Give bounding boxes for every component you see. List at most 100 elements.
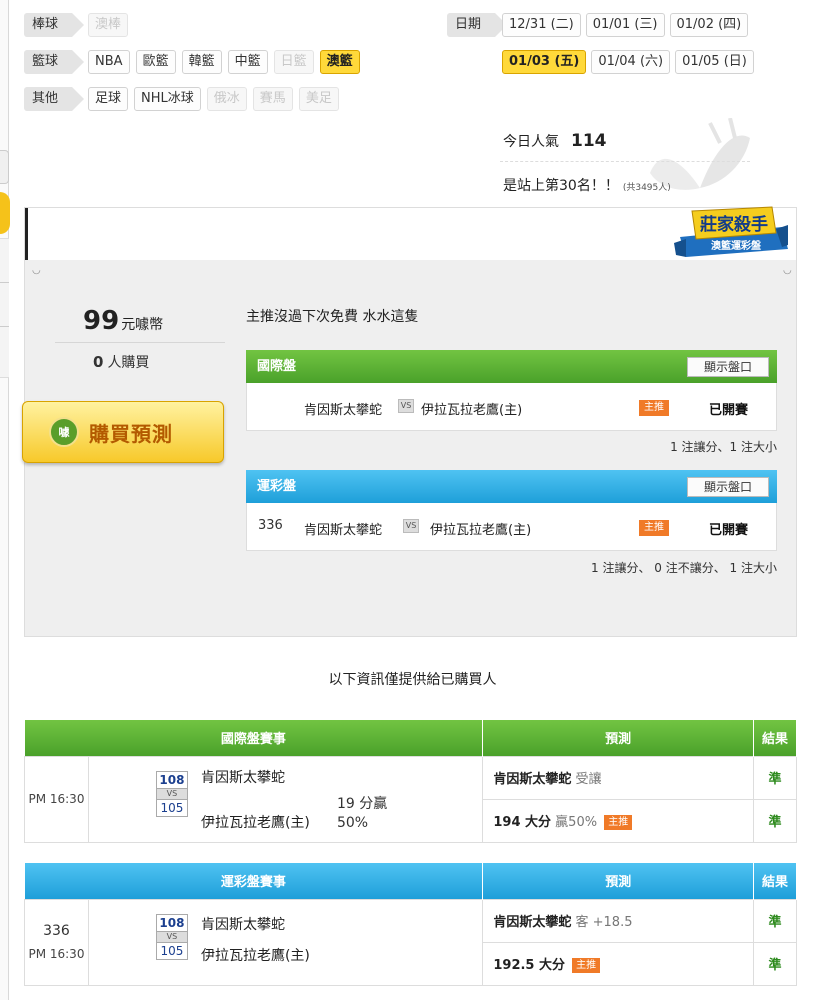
match-status: 已開賽 — [709, 403, 749, 418]
league-chip-nhl[interactable]: NHL冰球 — [134, 87, 201, 111]
away-score: 108 — [155, 913, 188, 932]
home-team: 伊拉瓦拉老鷹(主) — [200, 947, 310, 964]
league-chip-aus-basketball[interactable]: 澳籃 — [319, 50, 360, 74]
vs-icon: VS — [155, 931, 188, 942]
stat-divider — [500, 161, 750, 162]
date-chip[interactable]: 12/31 (二) — [502, 13, 581, 37]
badge-subtitle: 澳籃運彩盤 — [711, 239, 762, 252]
filter-row-other: 其他 足球 NHL冰球 俄冰 賽馬 美足 — [24, 87, 339, 111]
date-chip-selected[interactable]: 01/03 (五) — [502, 50, 587, 74]
intl-odds-panel: 國際盤 顯示盤口 肯因斯太攀蛇 VS 伊拉瓦拉老鷹(主) 主推 已開賽 — [246, 350, 777, 431]
left-edge-highlight — [0, 192, 10, 234]
price: 99 元噱幣 — [83, 306, 163, 336]
coin-icon: 噱 — [49, 417, 79, 447]
league-chip-aus-baseball: 澳棒 — [88, 13, 129, 37]
match-time: PM 16:30 — [24, 755, 89, 843]
league-chip-china-basketball[interactable]: 中籃 — [227, 50, 268, 74]
prediction-detail: 客 +18.5 — [575, 915, 633, 930]
match-info: 336 PM 16:30 — [24, 898, 89, 986]
popularity-value: 114 — [571, 131, 607, 151]
date-chip[interactable]: 01/05 (日) — [675, 50, 754, 74]
rank-stat: 是站上第30名！！ (共3495人) — [503, 175, 671, 195]
buyers-count: 0 人購買 — [93, 352, 149, 372]
date-row-1: 12/31 (二) 01/01 (三) 01/02 (四) — [502, 13, 749, 37]
league-chip-soccer[interactable]: 足球 — [88, 87, 129, 111]
match-number: 336 — [43, 923, 70, 939]
prediction-detail: 贏50% — [555, 815, 598, 830]
left-edge-divider — [0, 326, 9, 327]
prediction-cell: 肯因斯太攀蛇 受讓 — [482, 755, 755, 800]
league-chip-horse-racing: 賽馬 — [252, 87, 293, 111]
predicted-total: 192.5 大分 — [493, 958, 566, 973]
buy-prediction-label: 購買預測 — [89, 421, 173, 446]
lottery-odds-panel: 運彩盤 顯示盤口 336 肯因斯太攀蛇 VS 伊拉瓦拉老鷹(主) 主推 已開賽 — [246, 470, 777, 551]
result-header: 結果 — [753, 863, 797, 899]
league-chip-euro-basketball[interactable]: 歐籃 — [135, 50, 176, 74]
left-edge-tab[interactable] — [0, 150, 9, 184]
intl-results-table: 國際盤賽事 預測 結果 PM 16:30 108 VS 105 肯因斯太攀蛇 伊… — [24, 720, 797, 843]
match-number: 336 — [258, 518, 283, 533]
prediction-detail: 受讓 — [575, 772, 602, 787]
lottery-panel-title: 運彩盤 — [257, 479, 297, 494]
date-chip[interactable]: 01/04 (六) — [591, 50, 671, 74]
left-edge-divider — [0, 282, 9, 283]
main-pick-badge: 主推 — [639, 400, 669, 416]
result-cell: 準 — [753, 898, 797, 943]
league-chip-japan-basketball: 日籃 — [273, 50, 314, 74]
match-teams: 108 VS 105 肯因斯太攀蛇 伊拉瓦拉老鷹(主) 19 分贏 50% — [87, 755, 484, 843]
category-label-baseball: 棒球 — [24, 13, 85, 37]
home-team: 伊拉瓦拉老鷹(主) — [421, 403, 523, 418]
buyers-label: 人購買 — [107, 355, 150, 371]
league-chip-american-football: 美足 — [298, 87, 339, 111]
match-teams: 108 VS 105 肯因斯太攀蛇 伊拉瓦拉老鷹(主) — [87, 898, 484, 986]
prediction-description: 主推沒過下次免費 水水這隻 — [246, 309, 419, 325]
category-label-other: 其他 — [24, 87, 85, 111]
date-row-2: 01/03 (五) 01/04 (六) 01/05 (日) — [502, 50, 754, 74]
prediction-cell: 肯因斯太攀蛇 客 +18.5 — [482, 898, 755, 943]
spread-margin: 19 分贏 — [336, 795, 388, 812]
result-header: 結果 — [753, 720, 797, 756]
badge-title: 莊家殺手 — [700, 214, 768, 235]
left-edge-panel — [0, 238, 9, 378]
home-team: 伊拉瓦拉老鷹(主) — [430, 523, 532, 538]
away-team: 肯因斯太攀蛇 — [304, 523, 383, 538]
date-chip[interactable]: 01/02 (四) — [669, 13, 749, 37]
away-team: 肯因斯太攀蛇 — [200, 769, 285, 786]
date-chip[interactable]: 01/01 (三) — [585, 13, 665, 37]
prediction-header: 預測 — [482, 720, 755, 756]
main-pick-badge: 主推 — [604, 815, 633, 830]
popularity-stat: 今日人氣 114 — [503, 131, 607, 151]
main-pick-badge: 主推 — [639, 520, 669, 536]
intl-pick-summary: 1 注讓分、1 注大小 — [670, 440, 777, 454]
match-time: PM 16:30 — [28, 947, 85, 961]
bookie-killer-badge: 莊家殺手 澳籃運彩盤 — [674, 206, 788, 257]
buy-prediction-button[interactable]: 噱 購買預測 — [22, 401, 224, 463]
vs-icon: VS — [398, 399, 414, 413]
league-chip-nba[interactable]: NBA — [88, 50, 130, 74]
intl-panel-header: 國際盤 顯示盤口 — [246, 350, 777, 383]
away-team: 肯因斯太攀蛇 — [304, 403, 383, 418]
result-cell: 準 — [753, 941, 797, 986]
league-chip-korea-basketball[interactable]: 韓籃 — [181, 50, 222, 74]
rank-text: 是站上第30名！！ — [503, 178, 619, 194]
intl-event-header: 國際盤賽事 — [24, 720, 484, 756]
category-label-basketball: 籃球 — [24, 50, 85, 74]
filter-row-baseball: 棒球 澳棒 — [24, 13, 129, 37]
league-chip-russia-hockey: 俄冰 — [206, 87, 247, 111]
result-cell: 準 — [753, 798, 797, 843]
prediction-header: 預測 — [482, 863, 755, 899]
show-odds-button[interactable]: 顯示盤口 — [687, 357, 769, 377]
price-unit: 元噱幣 — [121, 317, 164, 333]
lottery-match-row: 336 肯因斯太攀蛇 VS 伊拉瓦拉老鷹(主) 主推 已開賽 — [246, 503, 777, 551]
match-status: 已開賽 — [709, 523, 749, 538]
show-odds-button[interactable]: 顯示盤口 — [687, 477, 769, 497]
vs-icon: VS — [155, 788, 188, 799]
lottery-event-header: 運彩盤賽事 — [24, 863, 484, 899]
buyers-only-notice: 以下資訊僅提供給已購買人 — [328, 672, 497, 688]
home-score: 105 — [155, 941, 188, 960]
rank-total: (共3495人) — [622, 183, 671, 193]
date-label: 日期 — [447, 13, 508, 37]
away-team: 肯因斯太攀蛇 — [200, 916, 285, 933]
away-score: 108 — [155, 770, 188, 789]
score-box: 108 VS 105 — [155, 913, 188, 960]
